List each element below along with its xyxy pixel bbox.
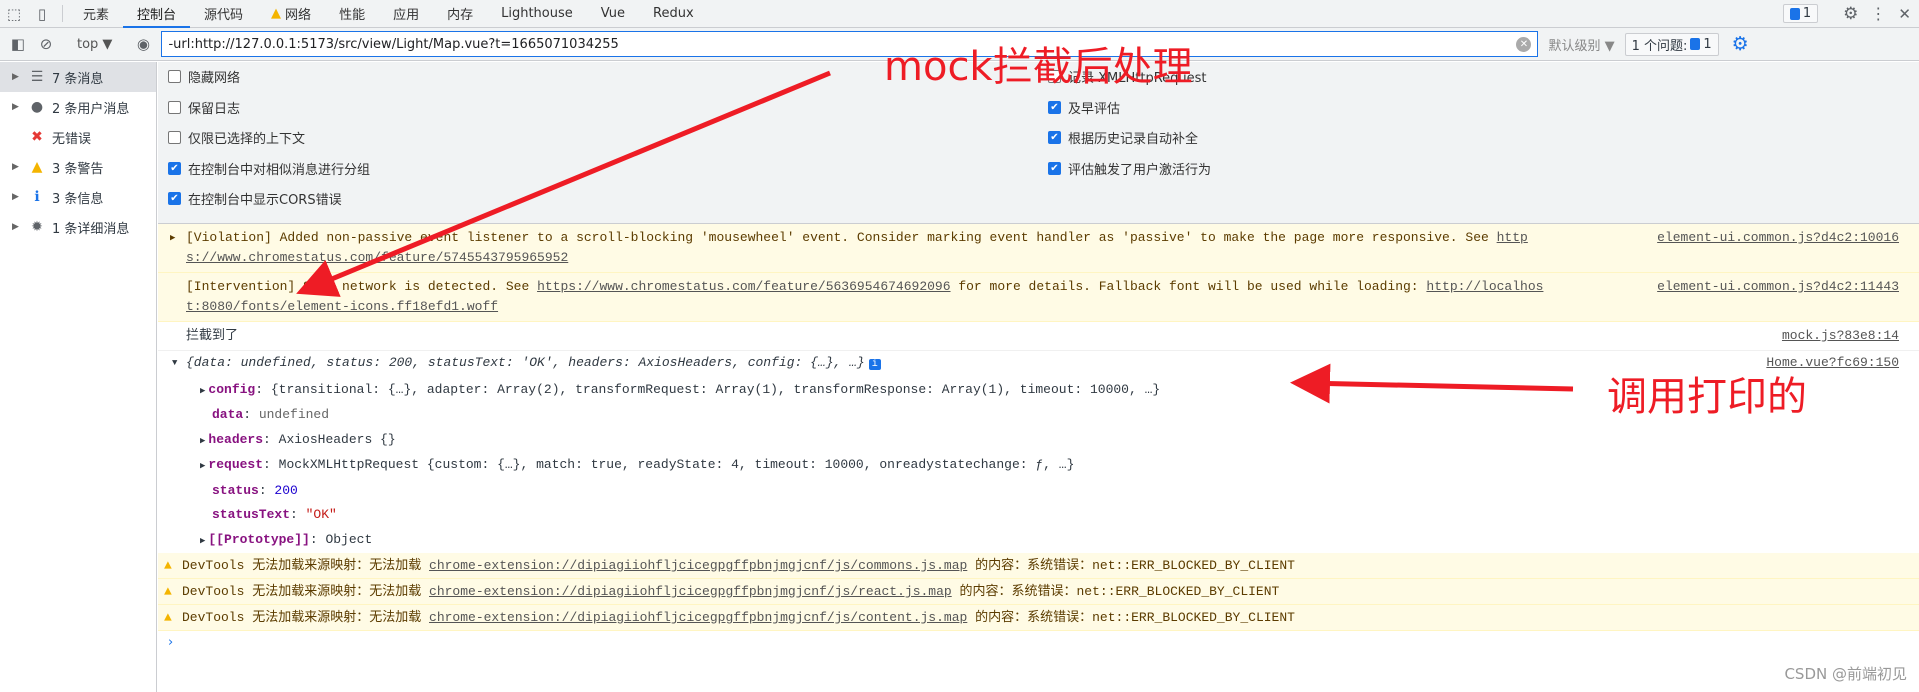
annotation-mock-intercept: mock拦截后处理	[884, 44, 1193, 90]
watermark: CSDN @前端初见	[1784, 665, 1907, 683]
annotation-arrow-top	[296, 70, 831, 297]
annotation-arrow-right	[1290, 363, 1574, 404]
annotation-arrows	[296, 70, 1574, 404]
annotation-call-print: 调用打印的	[1607, 374, 1807, 420]
